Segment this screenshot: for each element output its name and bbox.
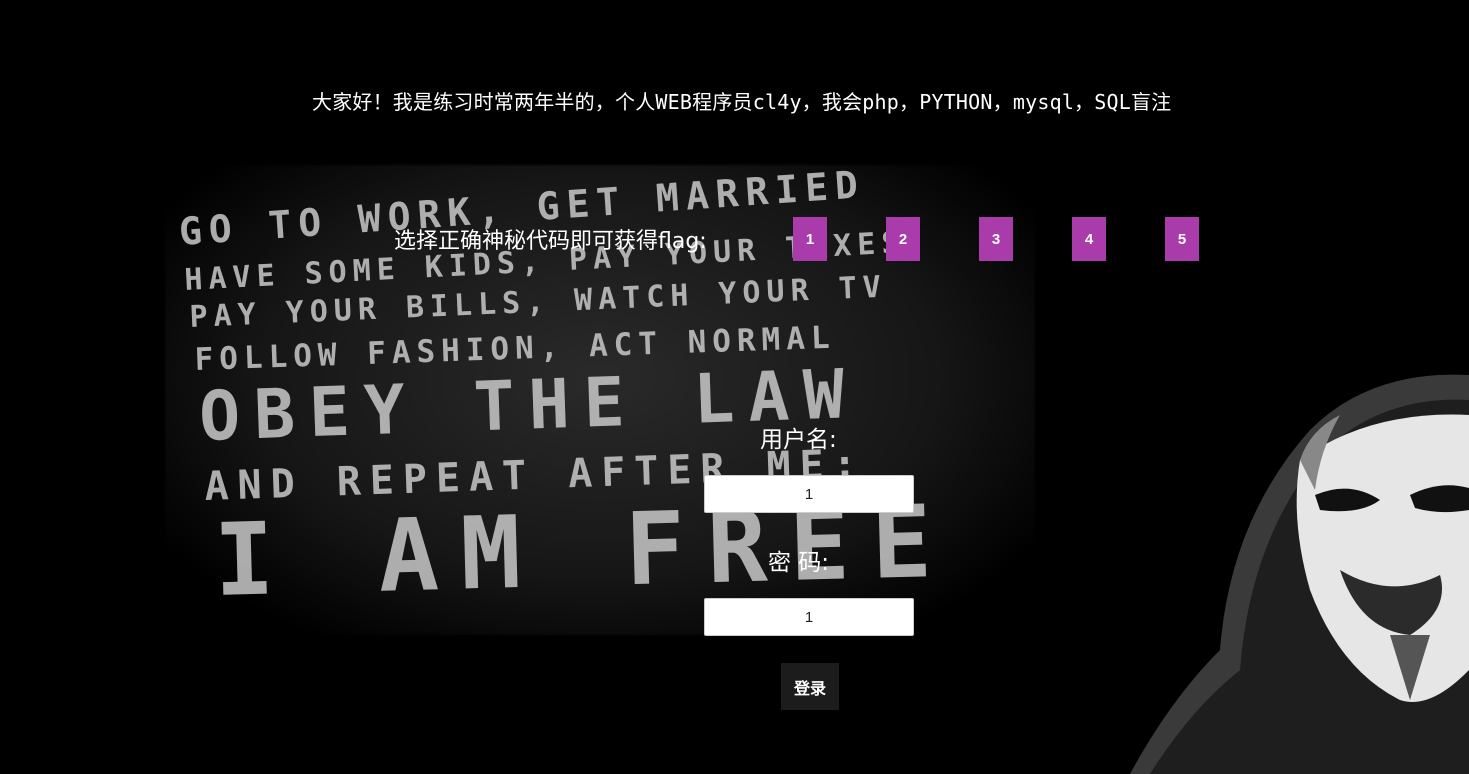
username-input[interactable] [704,475,914,513]
login-button[interactable]: 登录 [781,663,839,710]
code-option-5[interactable]: 5 [1165,217,1199,261]
code-option-1[interactable]: 1 [793,217,827,261]
code-option-4[interactable]: 4 [1072,217,1106,261]
code-picker-label: 选择正确神秘代码即可获得flag: [394,229,707,254]
password-input[interactable] [704,598,914,636]
username-label: 用户名: [760,427,837,453]
code-option-2[interactable]: 2 [886,217,920,261]
code-option-3[interactable]: 3 [979,217,1013,261]
password-label: 密 码: [768,550,830,576]
mask-illustration [1130,374,1469,774]
greeting-text: 大家好！我是练习时常两年半的，个人WEB程序员cl4y，我会php，PYTHON… [312,90,1172,114]
